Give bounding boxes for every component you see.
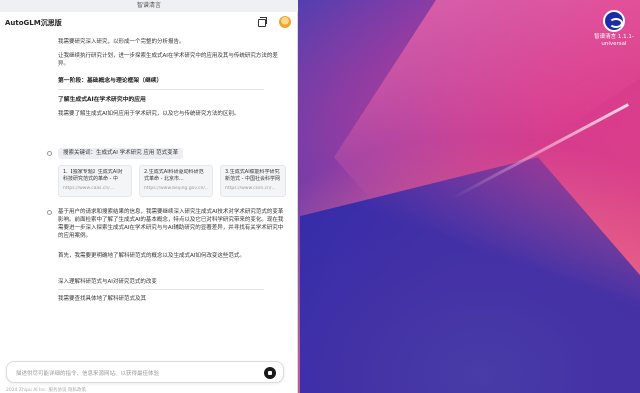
footer-text: 2024 Zhipu AI Inc. 服务协议 隐私政策 <box>6 388 86 393</box>
divider <box>58 89 264 90</box>
chevron-down-icon[interactable]: ⌄ <box>50 18 55 25</box>
step-dot-icon <box>47 210 52 215</box>
window-titlebar: 智谱清言 <box>0 0 298 12</box>
desktop-app-shortcut[interactable]: 智谱清言 1.1.1-universal <box>592 10 636 48</box>
chat-content: 我需要研究深入研究，以形成一个完整的分析报告。 让我继续执行研究计划，进一步探索… <box>0 34 298 354</box>
sub-heading: 深入理解科研范式与AI对研究范式的改变 <box>58 279 157 285</box>
input-placeholder: 描述供尽可能详细的指令、信息来源网站、以获得最佳体验 <box>16 371 160 377</box>
app-header: AutoGLM沉思版 ⌄ <box>0 12 298 34</box>
search-result-card[interactable]: 2.生成式AI科研驱动科研范式革命 - 北京市... https://www.b… <box>139 165 213 197</box>
step-dot-icon <box>47 151 52 156</box>
user-avatar[interactable] <box>279 16 291 28</box>
search-result-card[interactable]: 1.【独家专题】生成式AI对科技研究范式的革命 - 中国... https://… <box>58 165 132 197</box>
message-text: 我需要查找具体地了解科研范式及其 <box>58 296 147 302</box>
step-heading: 了解生成式AI在学术研究中的应用 <box>58 97 146 103</box>
send-stop-button[interactable] <box>264 367 276 379</box>
result-url: https://www.caas.cn/... <box>63 186 115 191</box>
result-title: 3.生成式AI赋能科学研究新范式 - 中国社会科学网 <box>225 169 280 182</box>
app-logo-icon <box>603 10 625 32</box>
divider <box>58 289 264 290</box>
phase-heading: 第一阶段：基础概念与理论框架（继续） <box>58 78 163 84</box>
message-text: 基于用户的请求和搜索结果的信息，我需要继续深入研究生成式AI技术对学术研究范式的… <box>58 209 284 239</box>
message-text: 我需要研究深入研究，以形成一个完整的分析报告。 <box>58 39 185 45</box>
result-url: https://www.cssn.cn/... <box>225 186 276 191</box>
chat-app-window: AutoGLM沉思版 ⌄ 我需要研究深入研究，以形成一个完整的分析报告。 让我继… <box>0 12 298 393</box>
copy-icon[interactable] <box>258 17 267 27</box>
search-result-card[interactable]: 3.生成式AI赋能科学研究新范式 - 中国社会科学网 https://www.c… <box>220 165 286 197</box>
search-query-chip[interactable]: 搜索关键词：生成式AI 学术研究 应用 范式变革 <box>58 148 184 159</box>
result-url: https://www.beijing.gov.cn/... <box>144 186 208 191</box>
message-text: 让我继续执行研究计划，进一步探索生成式AI在学术研究中的应用及其与传统研究方法的… <box>58 53 278 67</box>
result-title: 1.【独家专题】生成式AI对科技研究范式的革命 - 中国... <box>63 169 123 182</box>
message-text: 我需要了解生成式AI如何应用于学术研究，以及它与传统研究方法的区别。 <box>58 111 240 117</box>
result-title: 2.生成式AI科研驱动科研范式革命 - 北京市... <box>144 169 204 182</box>
desktop-app-label: 智谱清言 1.1.1-universal <box>594 34 634 47</box>
chat-input[interactable]: 描述供尽可能详细的指令、信息来源网站、以获得最佳体验 <box>6 361 284 383</box>
message-text: 首先，我需要更明确地了解科研范式的概念以及生成式AI如何改变这些范式。 <box>58 253 245 259</box>
